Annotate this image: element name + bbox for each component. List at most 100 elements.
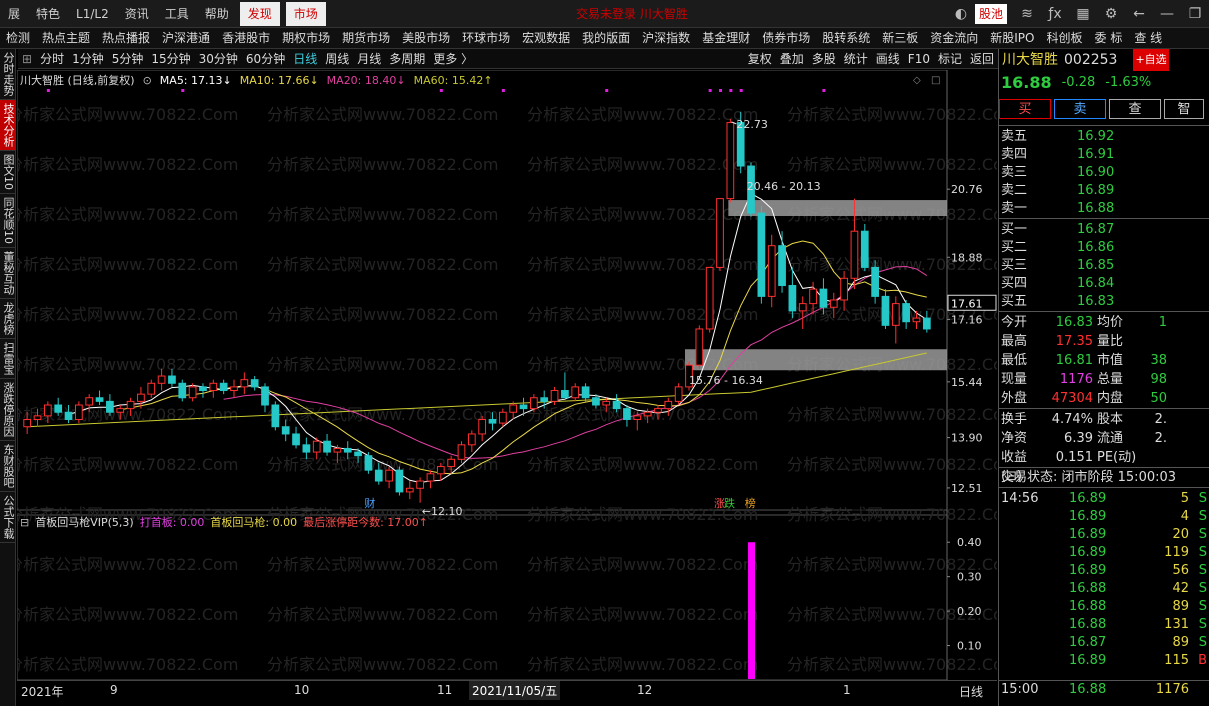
candle[interactable]: [716, 198, 724, 272]
menu-item-bangzhu[interactable]: 帮助: [197, 0, 237, 28]
smart-button[interactable]: 智: [1164, 99, 1204, 119]
candle[interactable]: [106, 394, 114, 416]
bids-row[interactable]: 买二 16.86: [999, 239, 1209, 257]
menu-item-tese[interactable]: 特色: [28, 0, 68, 28]
gu-pool-button[interactable]: 股池: [974, 4, 1007, 24]
candle[interactable]: [860, 223, 869, 272]
candle[interactable]: [250, 376, 259, 391]
candle[interactable]: [550, 386, 559, 405]
nav-item-3[interactable]: 沪深港通: [156, 28, 216, 49]
asks-row[interactable]: 卖四 16.91: [999, 146, 1209, 164]
nav-item-4[interactable]: 香港股市: [216, 28, 276, 49]
bids-row[interactable]: 买一 16.87: [999, 221, 1209, 239]
side-tab-8[interactable]: 东财股吧: [0, 441, 16, 492]
nav-item-20[interactable]: 查 线: [1128, 28, 1168, 49]
nav-item-0[interactable]: 检测: [0, 28, 36, 49]
toolbar-action-3[interactable]: 统计: [840, 49, 872, 69]
limit-down-marker[interactable]: 跌: [724, 496, 735, 510]
candle[interactable]: [95, 390, 104, 405]
query-button[interactable]: 查: [1109, 99, 1161, 119]
candle[interactable]: [147, 379, 156, 398]
menu-item-gongju[interactable]: 工具: [157, 0, 197, 28]
nav-item-9[interactable]: 宏观数据: [516, 28, 576, 49]
nav-item-2[interactable]: 热点播报: [96, 28, 156, 49]
candle[interactable]: [674, 383, 683, 405]
candle[interactable]: [581, 383, 590, 402]
nav-item-5[interactable]: 期权市场: [276, 28, 336, 49]
candle[interactable]: [199, 383, 207, 398]
asks-row[interactable]: 卖一 16.88: [999, 200, 1209, 218]
candle[interactable]: [561, 372, 569, 399]
candle[interactable]: [395, 466, 404, 496]
candle[interactable]: [230, 379, 238, 398]
toolbar-action-7[interactable]: 返回: [966, 49, 998, 69]
pane-option-icon[interactable]: ◇: [913, 75, 921, 86]
nav-item-15[interactable]: 新三板: [876, 28, 924, 49]
formula-icon[interactable]: ƒx: [1044, 3, 1066, 25]
menu-item-l1l2[interactable]: L1/L2: [68, 0, 117, 28]
toolbar-action-1[interactable]: 叠加: [776, 49, 808, 69]
nav-item-6[interactable]: 期货市场: [336, 28, 396, 49]
nav-item-8[interactable]: 环球市场: [456, 28, 516, 49]
legend-toggle-icon[interactable]: ⊙: [143, 74, 152, 87]
nav-item-12[interactable]: 基金理财: [696, 28, 756, 49]
finance-marker[interactable]: 财: [364, 496, 375, 510]
indicator-toggle-icon[interactable]: ⊟: [20, 516, 29, 529]
side-tab-1[interactable]: 技术分析: [0, 100, 16, 151]
nav-item-11[interactable]: 沪深指数: [636, 28, 696, 49]
candle[interactable]: [881, 289, 890, 329]
asks-row[interactable]: 卖三 16.90: [999, 164, 1209, 182]
candle[interactable]: [178, 379, 187, 402]
nav-item-18[interactable]: 科创板: [1041, 28, 1089, 49]
candle[interactable]: [457, 441, 466, 463]
bids-row[interactable]: 买四 16.84: [999, 275, 1209, 293]
nav-item-17[interactable]: 新股IPO: [984, 28, 1040, 49]
side-tab-5[interactable]: 龙虎榜: [0, 299, 16, 339]
toolbar-action-4[interactable]: 画线: [872, 49, 904, 69]
gear-icon[interactable]: ⚙: [1100, 3, 1122, 25]
period-tab-8[interactable]: 月线: [353, 49, 385, 69]
toolbar-action-6[interactable]: 标记: [934, 49, 966, 69]
candle[interactable]: [385, 466, 393, 489]
candle[interactable]: [292, 426, 300, 449]
tick-list[interactable]: 14:56 16.89 5 S 16.89 4 S 16.89 20 S 16.89 119 S 16.8…: [999, 487, 1209, 670]
restore-icon[interactable]: ❐: [1184, 3, 1206, 25]
candle[interactable]: [478, 415, 487, 442]
asks-row[interactable]: 卖二 16.89: [999, 182, 1209, 200]
bids-row[interactable]: 买三 16.85: [999, 257, 1209, 275]
menu-item-shichang[interactable]: 市场: [285, 1, 326, 26]
candle[interactable]: [75, 401, 83, 424]
candle[interactable]: [705, 266, 714, 333]
side-tab-9[interactable]: 公式下载: [0, 492, 16, 543]
candle[interactable]: [498, 408, 507, 427]
kline-chart[interactable]: 分析家公式网www.70822.Com 分析家公式网www.70822.Com 分析…: [17, 70, 997, 680]
candle[interactable]: [695, 325, 704, 369]
candle[interactable]: [571, 383, 580, 402]
candle[interactable]: [323, 433, 331, 456]
nav-item-1[interactable]: 热点主题: [36, 28, 96, 49]
side-tab-2[interactable]: 图文10: [0, 151, 16, 194]
nav-item-14[interactable]: 股转系统: [816, 28, 876, 49]
period-tab-4[interactable]: 30分钟: [195, 49, 242, 69]
menu-item-zixun[interactable]: 资讯: [117, 0, 157, 28]
indicator-title[interactable]: 首板回马枪VIP(5,3): [35, 514, 133, 530]
candle[interactable]: [757, 205, 766, 304]
period-tab-7[interactable]: 周线: [321, 49, 353, 69]
candle[interactable]: [778, 231, 786, 293]
add-watchlist-button[interactable]: +自选: [1133, 49, 1169, 71]
side-tab-6[interactable]: 扫雷宝: [0, 339, 16, 379]
candle[interactable]: [219, 379, 228, 395]
period-tab-10[interactable]: 更多 〉: [429, 49, 477, 69]
side-tab-0[interactable]: 分时走势: [0, 49, 16, 100]
side-tab-3[interactable]: 同花顺10: [0, 194, 16, 248]
candle[interactable]: [271, 401, 280, 431]
candle[interactable]: [364, 452, 373, 474]
menu-item-faxian[interactable]: 发现: [239, 1, 280, 26]
nav-item-10[interactable]: 我的版面: [576, 28, 636, 49]
period-tab-0[interactable]: 分时: [36, 49, 68, 69]
side-tab-7[interactable]: 涨跌停原因: [0, 379, 16, 441]
candle[interactable]: [209, 379, 218, 398]
menu-item-zhan[interactable]: 展: [0, 0, 28, 28]
period-tab-9[interactable]: 多周期: [385, 49, 429, 69]
side-tab-4[interactable]: 董秘互动: [0, 248, 16, 299]
